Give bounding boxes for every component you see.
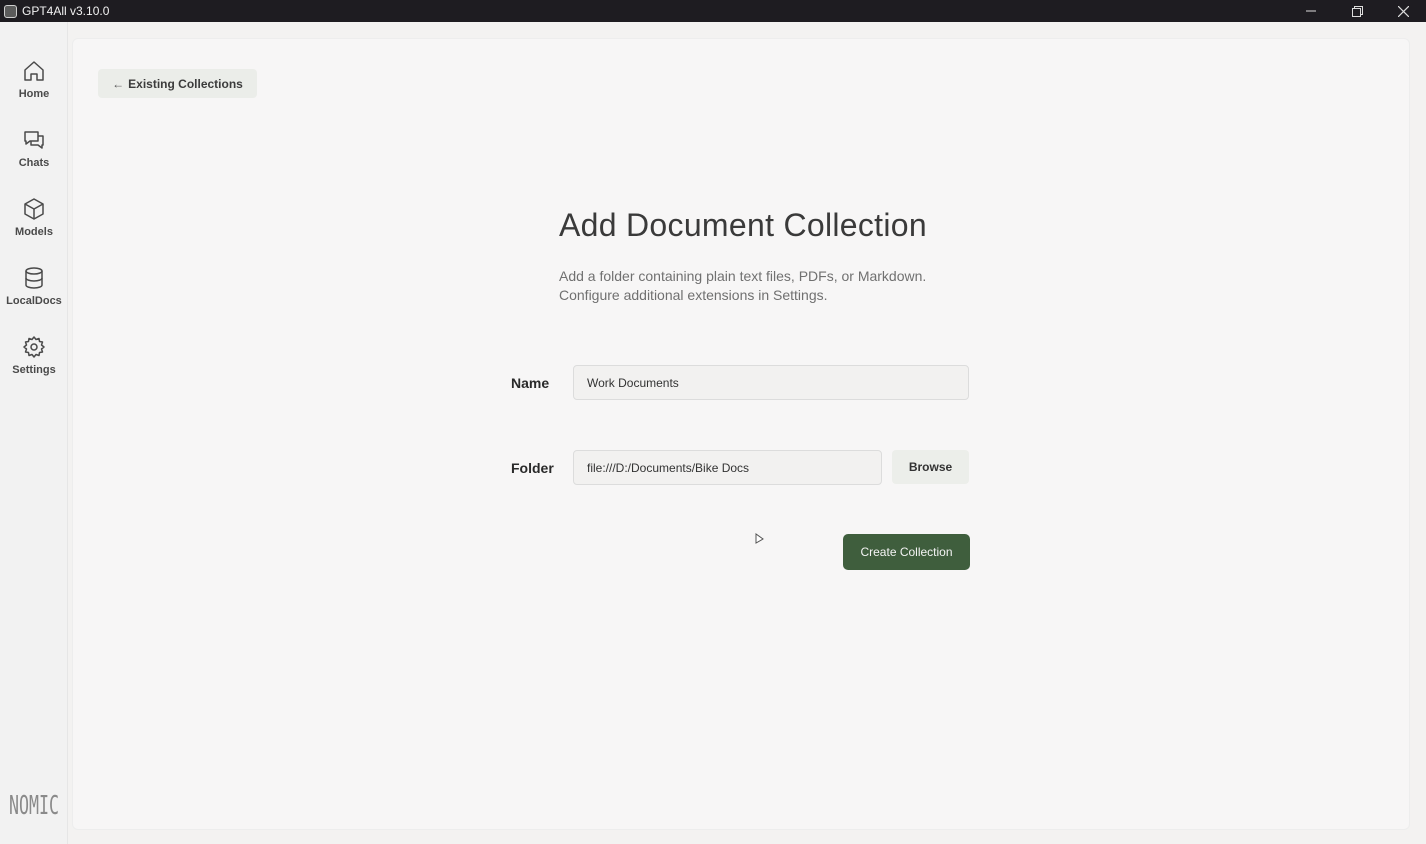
back-arrow-icon: ← <box>112 76 125 91</box>
browse-button[interactable]: Browse <box>892 450 969 484</box>
sidebar-item-settings[interactable]: Settings <box>0 334 68 394</box>
create-collection-button[interactable]: Create Collection <box>843 534 970 570</box>
nomic-logo: NOMIC <box>9 791 59 821</box>
gear-icon <box>21 334 47 360</box>
sidebar-item-chats[interactable]: Chats <box>0 127 68 187</box>
sidebar-item-localdocs[interactable]: LocalDocs <box>0 265 68 325</box>
sidebar-item-label: Chats <box>18 157 50 169</box>
name-label: Name <box>511 375 550 391</box>
existing-collections-label: Existing Collections <box>128 76 243 91</box>
name-input[interactable] <box>573 365 969 400</box>
sidebar-item-label: Home <box>18 88 50 100</box>
main-panel: ← Existing Collections Add Document Coll… <box>72 38 1410 830</box>
page-description: Add a folder containing plain text files… <box>559 267 926 305</box>
sidebar-item-home[interactable]: Home <box>0 58 68 118</box>
window-title: GPT4All v3.10.0 <box>22 4 110 18</box>
chat-icon <box>21 127 47 153</box>
existing-collections-button[interactable]: ← Existing Collections <box>98 69 257 98</box>
minimize-button[interactable] <box>1288 0 1334 22</box>
folder-input[interactable] <box>573 450 882 485</box>
description-line: Configure additional extensions in Setti… <box>559 287 828 303</box>
restore-button[interactable] <box>1334 0 1380 22</box>
sidebar-item-label: LocalDocs <box>6 295 62 307</box>
sidebar-item-label: Settings <box>12 364 56 376</box>
title-bar: GPT4All v3.10.0 <box>0 0 1426 22</box>
database-icon <box>21 265 47 291</box>
window-controls <box>1288 0 1426 22</box>
sidebar: Home Chats Models LocalDocs Settings NOM… <box>0 22 68 844</box>
home-icon <box>21 58 47 84</box>
sidebar-item-models[interactable]: Models <box>0 196 68 256</box>
minimize-icon <box>1306 10 1316 12</box>
cube-icon <box>21 196 47 222</box>
mouse-cursor-icon <box>755 533 764 544</box>
svg-text:NOMIC: NOMIC <box>9 791 59 821</box>
close-button[interactable] <box>1380 0 1426 22</box>
page-title: Add Document Collection <box>559 207 927 243</box>
restore-icon <box>1351 5 1363 17</box>
folder-label: Folder <box>511 460 554 476</box>
close-icon <box>1397 5 1409 17</box>
description-line: Add a folder containing plain text files… <box>559 268 927 284</box>
sidebar-item-label: Models <box>15 226 53 238</box>
app-icon <box>4 4 17 18</box>
